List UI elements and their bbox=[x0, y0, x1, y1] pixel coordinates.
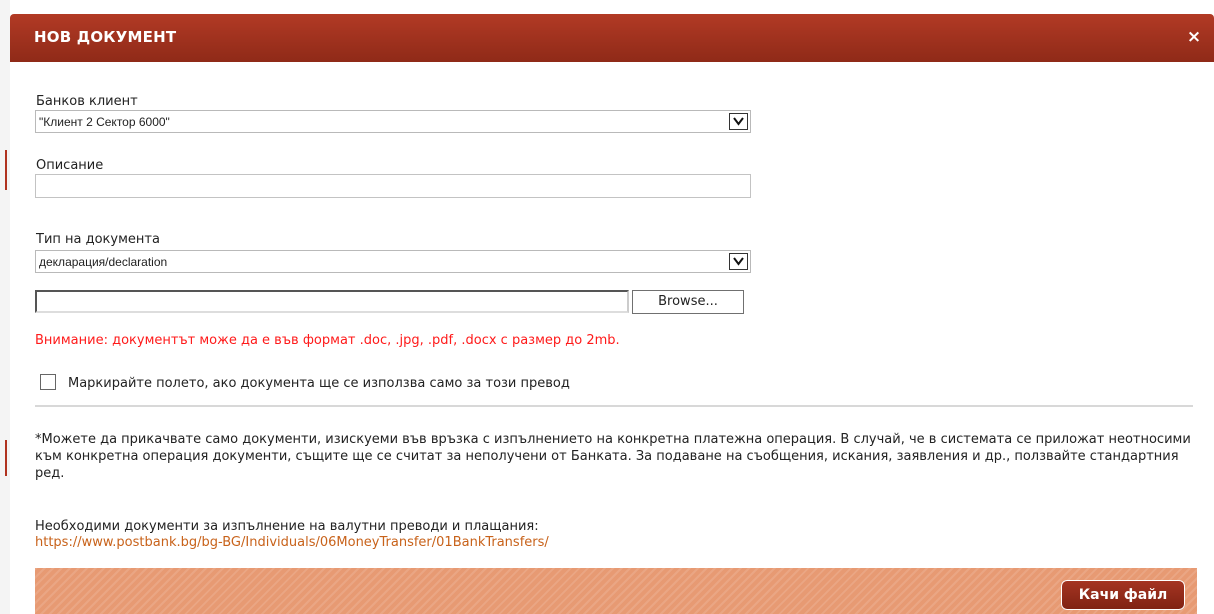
required-documents-text: Необходими документи за изпълнение на ва… bbox=[35, 519, 539, 534]
new-document-dialog: НОВ ДОКУМЕНТ × Банков клиент "Клиент 2 С… bbox=[10, 14, 1214, 614]
bank-client-label: Банков клиент bbox=[36, 94, 138, 109]
file-format-warning: Внимание: документът може да е във форма… bbox=[35, 333, 620, 348]
close-icon[interactable]: × bbox=[1184, 26, 1204, 48]
chevron-down-icon[interactable] bbox=[729, 113, 748, 130]
bank-client-selected-value: "Клиент 2 Сектор 6000" bbox=[39, 115, 170, 129]
background-mark bbox=[5, 440, 7, 476]
dialog-footer: Качи файл bbox=[35, 568, 1197, 614]
browse-button[interactable]: Browse... bbox=[632, 290, 744, 314]
description-label: Описание bbox=[36, 158, 104, 173]
description-input[interactable] bbox=[35, 174, 751, 198]
chevron-down-icon[interactable] bbox=[729, 253, 748, 270]
document-type-select[interactable]: декларация/declaration bbox=[35, 250, 751, 273]
background-mark bbox=[5, 150, 7, 190]
single-transfer-checkbox-label: Маркирайте полето, ако документа ще се и… bbox=[68, 376, 570, 391]
upload-file-button[interactable]: Качи файл bbox=[1061, 580, 1185, 610]
file-path-field[interactable] bbox=[35, 290, 629, 313]
dialog-titlebar: НОВ ДОКУМЕНТ × bbox=[10, 14, 1214, 62]
document-type-label: Тип на документа bbox=[36, 232, 160, 247]
required-documents-link[interactable]: https://www.postbank.bg/bg-BG/Individual… bbox=[35, 535, 549, 550]
background-page-edge bbox=[0, 0, 10, 614]
bank-client-select[interactable]: "Клиент 2 Сектор 6000" bbox=[35, 110, 751, 133]
single-transfer-checkbox[interactable] bbox=[40, 374, 56, 390]
divider bbox=[35, 405, 1193, 407]
attachment-note: *Можете да прикачвате само документи, из… bbox=[35, 432, 1191, 481]
document-type-selected-value: декларация/declaration bbox=[39, 255, 168, 269]
dialog-title: НОВ ДОКУМЕНТ bbox=[34, 28, 177, 46]
